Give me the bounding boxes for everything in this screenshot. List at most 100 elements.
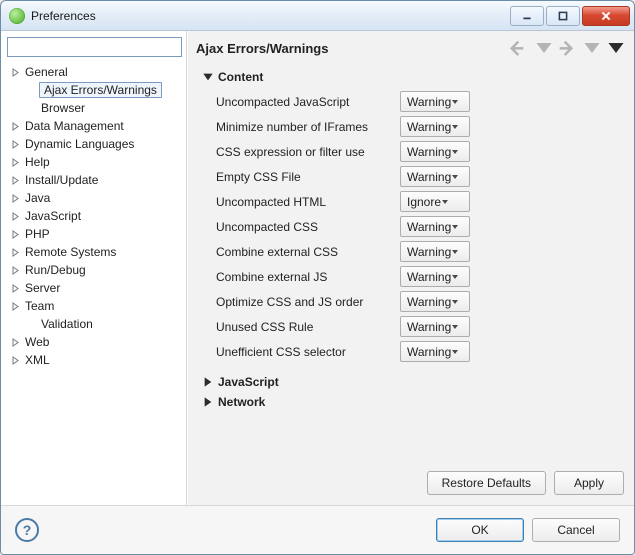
tree-item-label: Web: [23, 335, 51, 349]
pane-nav: [510, 40, 626, 56]
expand-icon[interactable]: [9, 246, 21, 258]
expand-icon[interactable]: [9, 192, 21, 204]
tree-item[interactable]: Dynamic Languages: [7, 135, 182, 153]
chevron-down-icon: [451, 270, 465, 284]
section-header[interactable]: Content: [202, 67, 626, 87]
severity-combo[interactable]: Ignore: [400, 191, 470, 212]
severity-combo[interactable]: Warning: [400, 341, 470, 362]
expand-icon[interactable]: [9, 228, 21, 240]
expand-icon[interactable]: [9, 300, 21, 312]
severity-combo[interactable]: Warning: [400, 141, 470, 162]
view-menu-button[interactable]: [606, 40, 626, 56]
dialog-footer: ? OK Cancel: [1, 506, 634, 554]
content-area: ContentUncompacted JavaScriptWarningMini…: [196, 61, 626, 461]
severity-combo[interactable]: Warning: [400, 216, 470, 237]
pane-header: Ajax Errors/Warnings: [196, 35, 626, 61]
expand-icon[interactable]: [9, 210, 21, 222]
expand-icon[interactable]: [9, 138, 21, 150]
filter-input[interactable]: [7, 37, 182, 57]
close-button[interactable]: [582, 6, 630, 26]
tree-item-label: General: [23, 65, 70, 79]
help-icon[interactable]: ?: [15, 518, 39, 542]
tree-item-label: Ajax Errors/Warnings: [39, 82, 162, 98]
expand-icon[interactable]: [9, 174, 21, 186]
tree-item[interactable]: Browser: [7, 99, 182, 117]
expand-icon[interactable]: [9, 282, 21, 294]
forward-menu-icon[interactable]: [582, 40, 602, 56]
tree-item-label: Java: [23, 191, 52, 205]
tree-item[interactable]: JavaScript: [7, 207, 182, 225]
back-button[interactable]: [510, 40, 530, 56]
tree-item-label: Help: [23, 155, 52, 169]
severity-combo[interactable]: Warning: [400, 316, 470, 337]
setting-row: CSS expression or filter useWarning: [216, 139, 626, 164]
chevron-down-icon: [451, 245, 465, 259]
section-header[interactable]: Network: [202, 392, 626, 412]
combo-value: Warning: [407, 320, 451, 334]
expand-icon[interactable]: [9, 336, 21, 348]
tree-item[interactable]: Run/Debug: [7, 261, 182, 279]
expand-icon: [202, 396, 214, 408]
tree-item-label: Validation: [39, 317, 95, 331]
apply-button[interactable]: Apply: [554, 471, 624, 495]
tree-item[interactable]: Validation: [7, 315, 182, 333]
forward-button[interactable]: [558, 40, 578, 56]
back-menu-icon[interactable]: [534, 40, 554, 56]
tree-spacer: [25, 318, 37, 330]
tree-item-label: PHP: [23, 227, 52, 241]
expand-icon[interactable]: [9, 264, 21, 276]
severity-combo[interactable]: Warning: [400, 166, 470, 187]
setting-row: Minimize number of IFramesWarning: [216, 114, 626, 139]
section-header[interactable]: JavaScript: [202, 372, 626, 392]
expand-icon[interactable]: [9, 354, 21, 366]
severity-combo[interactable]: Warning: [400, 241, 470, 262]
expand-icon[interactable]: [9, 66, 21, 78]
category-tree[interactable]: General Ajax Errors/Warnings Browser Data M…: [7, 63, 182, 499]
setting-row: Combine external CSSWarning: [216, 239, 626, 264]
tree-item-label: JavaScript: [23, 209, 83, 223]
tree-item[interactable]: PHP: [7, 225, 182, 243]
expand-icon[interactable]: [9, 156, 21, 168]
setting-row: Combine external JSWarning: [216, 264, 626, 289]
tree-item[interactable]: Help: [7, 153, 182, 171]
combo-value: Warning: [407, 245, 451, 259]
chevron-down-icon: [451, 120, 465, 134]
tree-item[interactable]: Java: [7, 189, 182, 207]
tree-item[interactable]: Ajax Errors/Warnings: [7, 81, 182, 99]
tree-item[interactable]: XML: [7, 351, 182, 369]
ok-button[interactable]: OK: [436, 518, 524, 542]
maximize-button[interactable]: [546, 6, 580, 26]
setting-row: Uncompacted HTMLIgnore: [216, 189, 626, 214]
minimize-button[interactable]: [510, 6, 544, 26]
severity-combo[interactable]: Warning: [400, 266, 470, 287]
tree-item[interactable]: Team: [7, 297, 182, 315]
dialog-body: General Ajax Errors/Warnings Browser Data M…: [1, 31, 634, 554]
tree-item-label: Install/Update: [23, 173, 100, 187]
combo-value: Warning: [407, 95, 451, 109]
combo-value: Warning: [407, 145, 451, 159]
split-pane: General Ajax Errors/Warnings Browser Data M…: [1, 31, 634, 506]
setting-row: Uncompacted CSSWarning: [216, 214, 626, 239]
expand-icon[interactable]: [9, 120, 21, 132]
tree-item[interactable]: Data Management: [7, 117, 182, 135]
restore-defaults-button[interactable]: Restore Defaults: [427, 471, 546, 495]
setting-row: Unefficient CSS selectorWarning: [216, 339, 626, 364]
section-title: Network: [218, 395, 265, 409]
tree-item[interactable]: Server: [7, 279, 182, 297]
tree-item-label: Browser: [39, 101, 87, 115]
chevron-down-icon: [451, 345, 465, 359]
tree-item[interactable]: Install/Update: [7, 171, 182, 189]
tree-item[interactable]: Web: [7, 333, 182, 351]
section-body: Uncompacted JavaScriptWarningMinimize nu…: [202, 87, 626, 372]
severity-combo[interactable]: Warning: [400, 91, 470, 112]
combo-value: Warning: [407, 170, 451, 184]
titlebar: Preferences: [1, 1, 634, 31]
combo-value: Warning: [407, 270, 451, 284]
combo-value: Warning: [407, 220, 451, 234]
tree-item[interactable]: General: [7, 63, 182, 81]
cancel-button[interactable]: Cancel: [532, 518, 620, 542]
tree-item[interactable]: Remote Systems: [7, 243, 182, 261]
severity-combo[interactable]: Warning: [400, 291, 470, 312]
severity-combo[interactable]: Warning: [400, 116, 470, 137]
chevron-down-icon: [451, 145, 465, 159]
